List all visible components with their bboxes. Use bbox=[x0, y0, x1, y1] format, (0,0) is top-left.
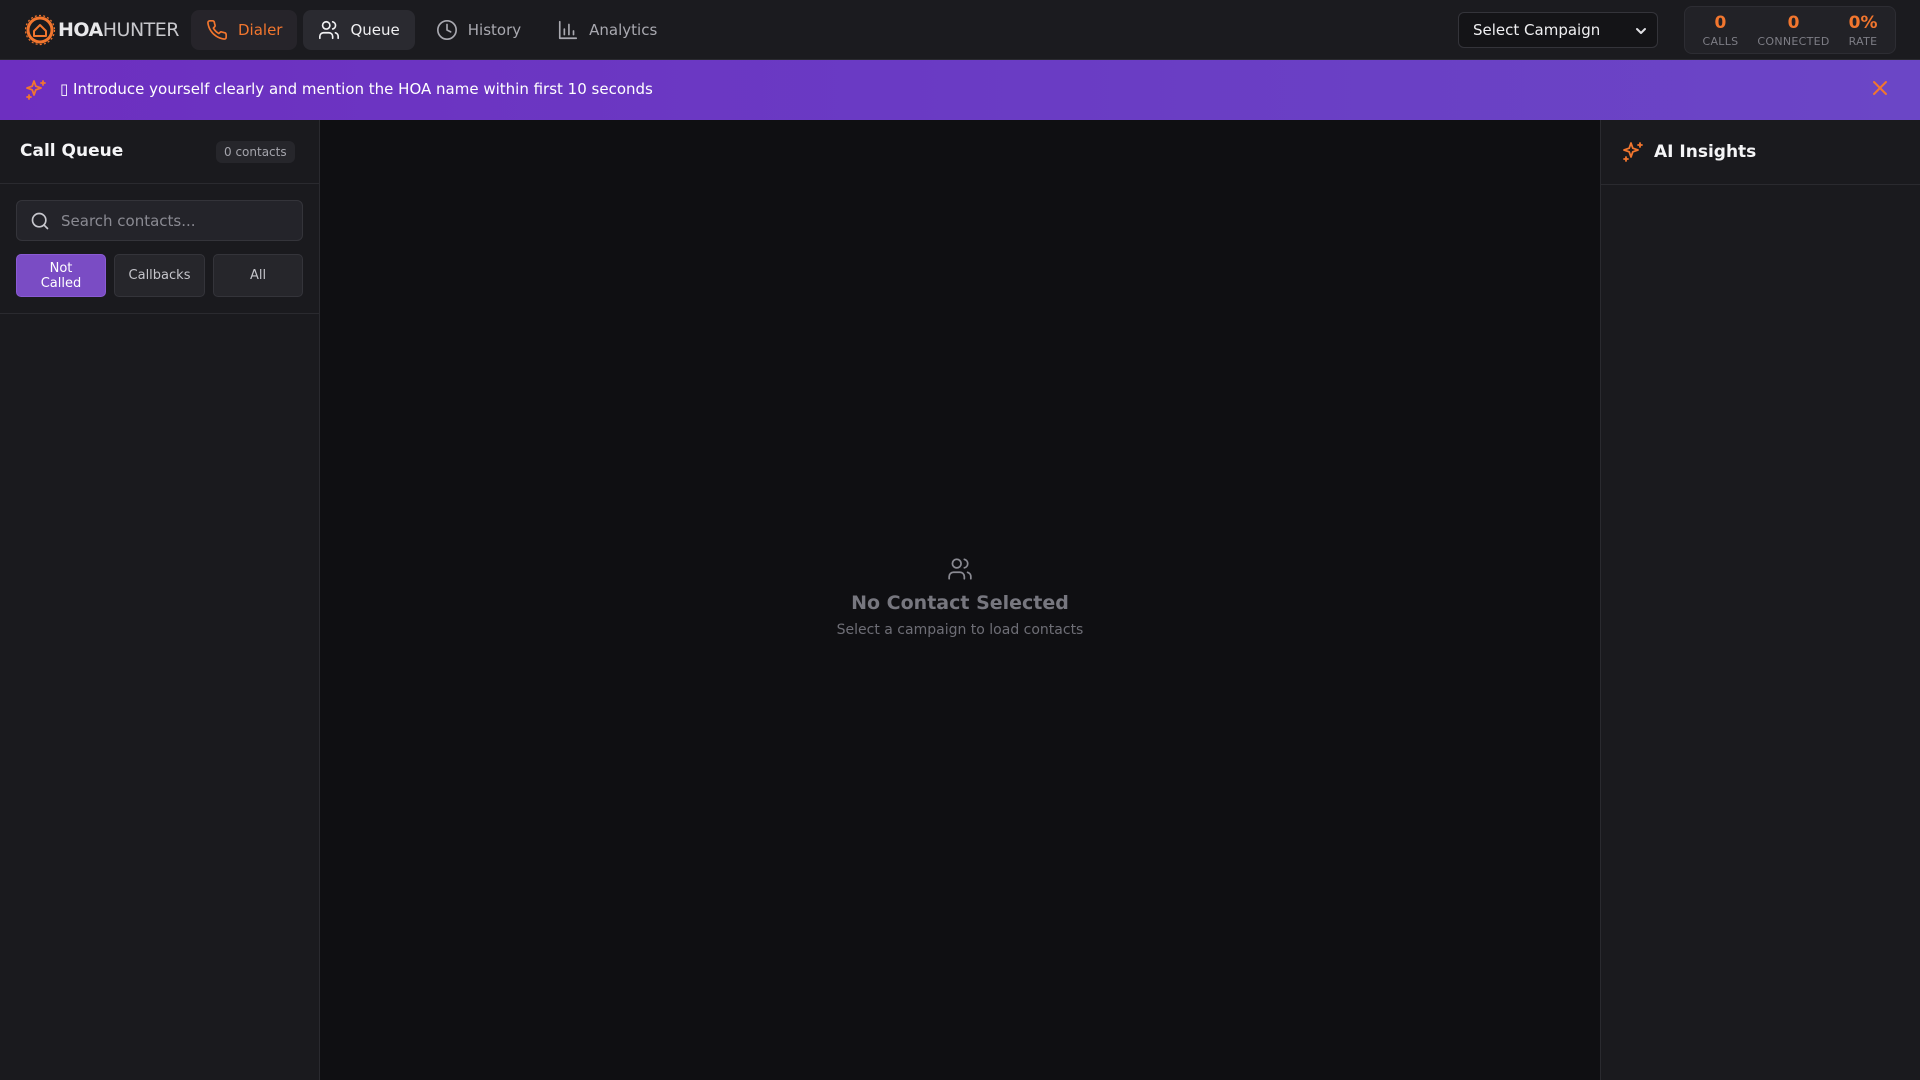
stat-connected: 0 CONNECTED bbox=[1757, 13, 1829, 48]
empty-state-subtitle: Select a campaign to load contacts bbox=[836, 622, 1084, 638]
nav-queue[interactable]: Queue bbox=[303, 10, 415, 50]
stat-rate-label: RATE bbox=[1848, 34, 1878, 48]
ai-insights-title: AI Insights bbox=[1654, 142, 1757, 162]
filter-not-called-button[interactable]: Not Called bbox=[16, 254, 106, 297]
app-logo[interactable]: HOAHUNTER bbox=[24, 14, 179, 46]
stat-connected-label: CONNECTED bbox=[1757, 34, 1830, 48]
tip-banner: ▯ Introduce yourself clearly and mention… bbox=[0, 60, 1920, 120]
call-queue-sidebar: Call Queue 0 contacts Not Called Callbac… bbox=[0, 120, 320, 1080]
filter-callbacks-button[interactable]: Callbacks bbox=[114, 254, 205, 297]
stat-calls-label: CALLS bbox=[1702, 34, 1739, 48]
tip-glyph: ▯ bbox=[60, 80, 69, 98]
house-logo-icon bbox=[24, 14, 56, 46]
nav-history-label: History bbox=[467, 21, 522, 39]
nav-queue-label: Queue bbox=[350, 21, 400, 39]
users-icon bbox=[319, 20, 340, 40]
nav-dialer[interactable]: Dialer bbox=[191, 10, 298, 50]
stat-rate: 0% RATE bbox=[1849, 13, 1878, 48]
tip-message: Introduce yourself clearly and mention t… bbox=[73, 80, 653, 98]
nav-dialer-label: Dialer bbox=[238, 21, 283, 39]
filter-all-button[interactable]: All bbox=[213, 254, 303, 297]
bar-chart-icon bbox=[559, 20, 578, 40]
ai-insights-header: AI Insights bbox=[1601, 120, 1920, 185]
nav-analytics[interactable]: Analytics bbox=[542, 10, 672, 50]
queue-filters: Not Called Callbacks All bbox=[16, 254, 303, 297]
sparkles-icon bbox=[26, 80, 46, 100]
main-nav: Dialer Queue History Analytics bbox=[191, 10, 672, 50]
clock-icon bbox=[436, 20, 457, 40]
dialer-main-area: No Contact Selected Select a campaign to… bbox=[320, 120, 1600, 1080]
chevron-down-icon bbox=[1636, 28, 1646, 34]
search-box[interactable] bbox=[16, 200, 303, 241]
stat-connected-value: 0 bbox=[1787, 12, 1800, 33]
call-queue-title: Call Queue bbox=[20, 141, 124, 161]
call-stats: 0 CALLS 0 CONNECTED 0% RATE bbox=[1684, 6, 1896, 54]
ai-insights-panel: AI Insights bbox=[1600, 120, 1920, 1080]
sidebar-divider bbox=[0, 313, 320, 314]
nav-analytics-label: Analytics bbox=[589, 21, 658, 39]
empty-state-title: No Contact Selected bbox=[851, 592, 1069, 614]
stat-rate-value: 0% bbox=[1848, 12, 1878, 33]
call-queue-header: Call Queue 0 contacts bbox=[0, 120, 319, 184]
empty-state: No Contact Selected Select a campaign to… bbox=[320, 556, 1600, 638]
top-navigation-bar: HOAHUNTER Dialer Queue History Analytics… bbox=[0, 0, 1920, 60]
stat-calls: 0 CALLS bbox=[1702, 13, 1738, 48]
close-icon[interactable] bbox=[1870, 78, 1890, 98]
campaign-select[interactable]: Select Campaign bbox=[1458, 12, 1658, 48]
nav-history[interactable]: History bbox=[421, 10, 536, 50]
search-contacts-input[interactable] bbox=[61, 201, 291, 240]
users-icon bbox=[948, 558, 972, 580]
search-icon bbox=[31, 212, 49, 230]
contacts-count-badge: 0 contacts bbox=[216, 141, 295, 163]
tip-text: ▯ Introduce yourself clearly and mention… bbox=[60, 80, 653, 98]
campaign-select-value: Select Campaign bbox=[1473, 21, 1601, 39]
stat-calls-value: 0 bbox=[1714, 12, 1727, 33]
sparkles-icon bbox=[1623, 142, 1643, 162]
phone-icon bbox=[207, 20, 227, 40]
logo-wordmark: HOAHUNTER bbox=[58, 19, 179, 41]
